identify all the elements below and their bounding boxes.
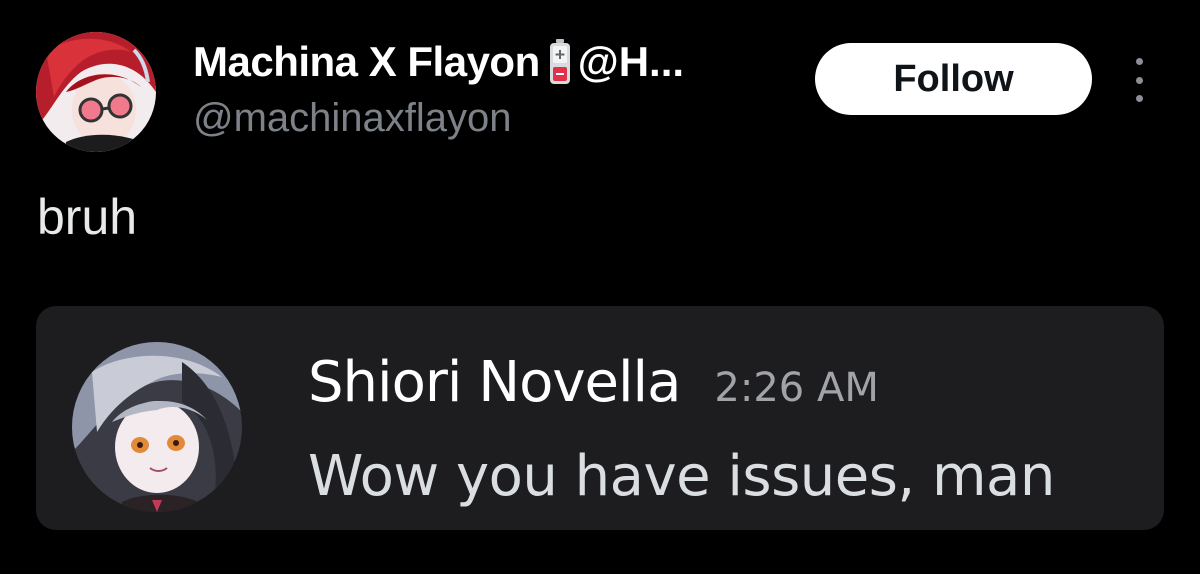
battery-icon [548,37,572,87]
post-text: bruh [37,189,138,245]
more-dot [1135,76,1143,84]
embed-timestamp: 2:26 AM [714,365,879,411]
more-dot [1135,95,1143,102]
embed-author-avatar [72,342,242,512]
embedded-message-card[interactable]: Shiori Novella 2:26 AM Wow you have issu… [36,306,1164,530]
embed-avatar-image [72,342,242,512]
author-name-suffix: @H... [577,38,685,85]
avatar-image [36,32,156,152]
embed-header: Shiori Novella 2:26 AM [308,350,879,415]
follow-button[interactable]: Follow [815,43,1092,115]
author-avatar[interactable] [36,32,156,152]
embed-message-text: Wow you have issues, man [308,444,1055,509]
more-vertical-icon[interactable] [1124,58,1154,102]
author-handle[interactable]: @machinaxflayon [193,96,512,141]
author-display-name[interactable]: Machina X Flayon [193,38,540,86]
author-name-line[interactable]: Machina X Flayon @H... [193,36,684,88]
more-dot [1135,58,1143,65]
embed-author-name[interactable]: Shiori Novella [308,350,681,415]
